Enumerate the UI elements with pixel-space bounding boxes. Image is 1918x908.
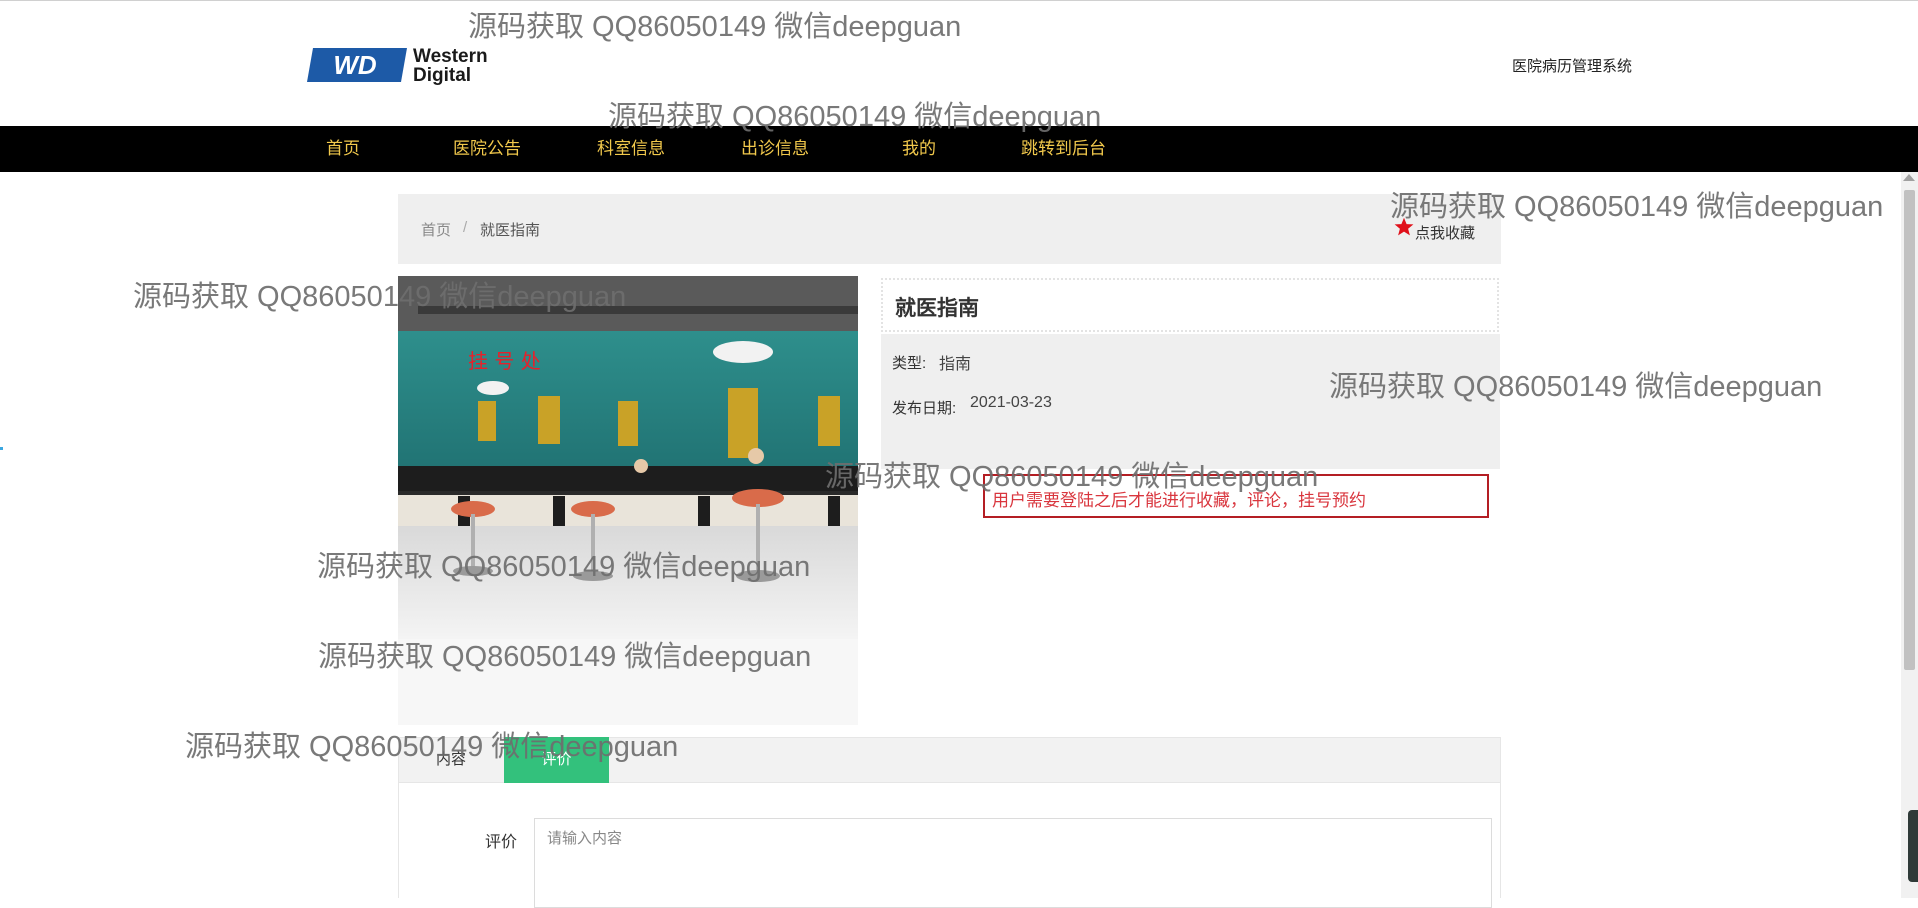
tab-content[interactable]: 内容 (398, 737, 504, 783)
tab-review[interactable]: 评价 (504, 737, 609, 783)
breadcrumb-current: 就医指南 (480, 222, 541, 239)
registration-hall-photo: 挂 号 处 (398, 276, 858, 639)
favorite-button[interactable]: 点我收藏 (1415, 222, 1475, 243)
review-input[interactable] (534, 818, 1492, 908)
alert-message: 用户需要登陆之后才能进行收藏，评论，挂号预约 (992, 491, 1366, 510)
top-border (0, 0, 1918, 1)
type-label: 类型: (892, 355, 927, 372)
nav-item-departments[interactable]: 科室信息 (597, 126, 665, 172)
svg-text:Digital: Digital (413, 65, 471, 86)
svg-text:Western: Western (413, 46, 488, 67)
nav-item-home[interactable]: 首页 (326, 126, 360, 172)
system-title: 医院病历管理系统 (1512, 58, 1633, 75)
left-edge-marker (0, 447, 3, 450)
scrollbar-thumb[interactable] (1904, 190, 1915, 670)
date-label: 发布日期: (892, 400, 957, 417)
detail-title: 就医指南 (895, 297, 979, 320)
nav-item-announcements[interactable]: 医院公告 (453, 126, 521, 172)
main-navbar (0, 126, 1918, 172)
nav-item-mine[interactable]: 我的 (902, 126, 936, 172)
date-value: 2021-03-23 (970, 394, 1052, 411)
scroll-up-arrow-icon[interactable] (1903, 174, 1915, 181)
photo-sign-text: 挂 号 处 (468, 349, 541, 373)
western-digital-logo[interactable]: WD Western Digital (307, 44, 519, 86)
review-label: 评价 (485, 834, 518, 851)
svg-text:WD: WD (333, 50, 377, 80)
breadcrumb (398, 194, 1501, 264)
side-float-widget[interactable] (1908, 810, 1918, 882)
wd-logo-icon: WD Western Digital (307, 46, 488, 86)
star-icon[interactable] (1394, 217, 1414, 237)
nav-item-schedule[interactable]: 出诊信息 (741, 126, 809, 172)
watermark: 源码获取 QQ86050149 微信deepguan (468, 11, 962, 43)
breadcrumb-home[interactable]: 首页 (421, 219, 451, 240)
nav-item-admin[interactable]: 跳转到后台 (1021, 126, 1106, 172)
breadcrumb-separator: / (463, 219, 468, 236)
type-value: 指南 (939, 356, 972, 373)
